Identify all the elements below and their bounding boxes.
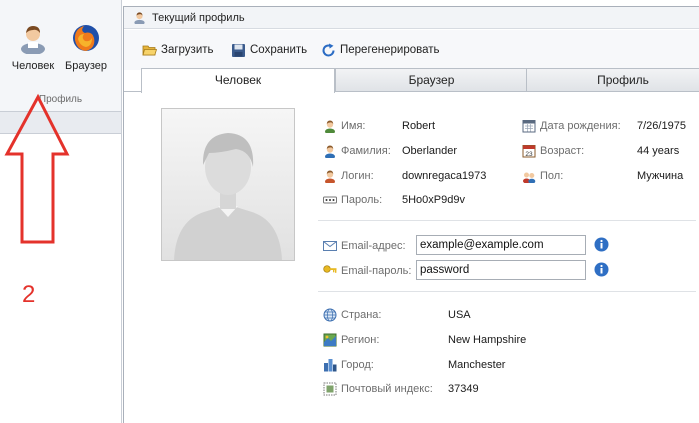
first-name-value: Robert <box>402 120 436 132</box>
ribbon-person-button[interactable]: Человек <box>7 22 59 82</box>
regenerate-button[interactable]: Перегенерировать <box>321 41 440 59</box>
email-address-input[interactable]: example@example.com <box>416 235 586 255</box>
info-icon[interactable] <box>594 262 609 277</box>
person-icon <box>134 12 145 24</box>
password-value: 5Ho0xP9d9v <box>402 194 465 206</box>
firefox-icon <box>73 25 99 51</box>
avatar-silhouette-icon <box>162 109 294 260</box>
password-label: Пароль: <box>341 194 383 206</box>
login-label: Логин: <box>341 170 374 182</box>
load-label: Загрузить <box>161 44 214 56</box>
tab-profile[interactable]: Профиль <box>526 68 699 92</box>
zip-label: Почтовый индекс: <box>341 383 433 395</box>
age-label: Возраст: <box>540 145 585 157</box>
region-field: Регион: <box>323 331 379 349</box>
postal-stamp-icon <box>323 382 337 396</box>
birth-date-value: 7/26/1975 <box>637 120 686 132</box>
email-address-label: Email-адрес: <box>341 240 406 252</box>
save-button[interactable]: Сохранить <box>231 41 307 59</box>
region-value: New Hampshire <box>448 334 527 346</box>
region-label: Регион: <box>341 334 380 346</box>
country-label: Страна: <box>341 309 382 321</box>
load-button[interactable]: Загрузить <box>142 41 214 59</box>
tab-bar: Человек Браузер Профиль <box>124 68 699 93</box>
annotation-arrow <box>4 93 70 244</box>
key-icon <box>323 265 337 273</box>
sex-value: Мужчина <box>637 170 684 182</box>
window-title: Текущий профиль <box>152 12 245 24</box>
separator <box>318 291 696 292</box>
calendar-day-icon: 23 <box>522 145 536 158</box>
annotation-number: 2 <box>22 281 36 308</box>
folder-open-icon <box>142 45 157 55</box>
map-icon <box>323 333 337 347</box>
svg-text:23: 23 <box>525 151 533 158</box>
tab-browser[interactable]: Браузер <box>335 68 528 92</box>
birth-date-field: Дата рождения: <box>522 117 621 135</box>
login-value: downregaca1973 <box>402 170 487 182</box>
people-icon <box>523 172 536 183</box>
envelope-icon <box>323 241 337 251</box>
toolbar: Загрузить Сохранить Перегенерировать <box>124 30 699 70</box>
info-icon[interactable] <box>594 237 609 252</box>
person-icon <box>325 170 335 183</box>
calendar-icon <box>522 120 536 133</box>
email-password-label: Email-пароль: <box>341 265 412 277</box>
password-dots-icon <box>323 196 337 204</box>
login-field: Логин: <box>323 167 374 185</box>
sex-label: Пол: <box>540 170 564 182</box>
sex-field: Пол: <box>522 167 563 185</box>
city-field: Город: <box>323 356 374 374</box>
zip-value: 37349 <box>448 383 479 395</box>
tab-person[interactable]: Человек <box>141 68 335 93</box>
avatar <box>161 108 295 261</box>
globe-icon <box>323 308 337 322</box>
password-field: Пароль: <box>323 191 382 209</box>
country-value: USA <box>448 309 471 321</box>
city-label: Город: <box>341 359 374 371</box>
window-titlebar: Текущий профиль <box>124 7 699 29</box>
last-name-value: Oberlander <box>402 145 458 157</box>
birth-date-label: Дата рождения: <box>540 120 621 132</box>
email-address-field: Email-адрес: <box>323 237 406 255</box>
first-name-label: Имя: <box>341 120 366 132</box>
separator <box>318 220 696 221</box>
country-field: Страна: <box>323 306 381 324</box>
age-value: 44 years <box>637 145 680 157</box>
city-buildings-icon <box>324 359 337 372</box>
email-password-field: Email-пароль: <box>323 262 411 280</box>
email-password-input[interactable]: password <box>416 260 586 280</box>
age-field: 23 Возраст: <box>522 142 584 160</box>
person-icon <box>325 145 335 158</box>
person-icon <box>325 120 335 133</box>
ribbon-browser-label: Браузер <box>65 60 107 72</box>
profile-window: Текущий профиль Загрузить Сохранить Пере… <box>123 6 699 423</box>
person-icon <box>21 26 45 54</box>
zip-field: Почтовый индекс: <box>323 380 433 398</box>
last-name-label: Фамилия: <box>341 145 391 157</box>
save-label: Сохранить <box>250 44 308 56</box>
save-disk-icon <box>232 43 245 57</box>
first-name-field: Имя: <box>323 117 365 135</box>
ribbon-person-label: Человек <box>11 60 55 72</box>
city-value: Manchester <box>448 359 506 371</box>
last-name-field: Фамилия: <box>323 142 391 160</box>
regenerate-label: Перегенерировать <box>340 44 440 56</box>
refresh-icon <box>322 43 335 56</box>
ribbon-browser-button[interactable]: Браузер <box>60 22 112 82</box>
person-tab-content: Имя: Robert Фамилия: Oberlander Логин: d… <box>124 92 699 423</box>
